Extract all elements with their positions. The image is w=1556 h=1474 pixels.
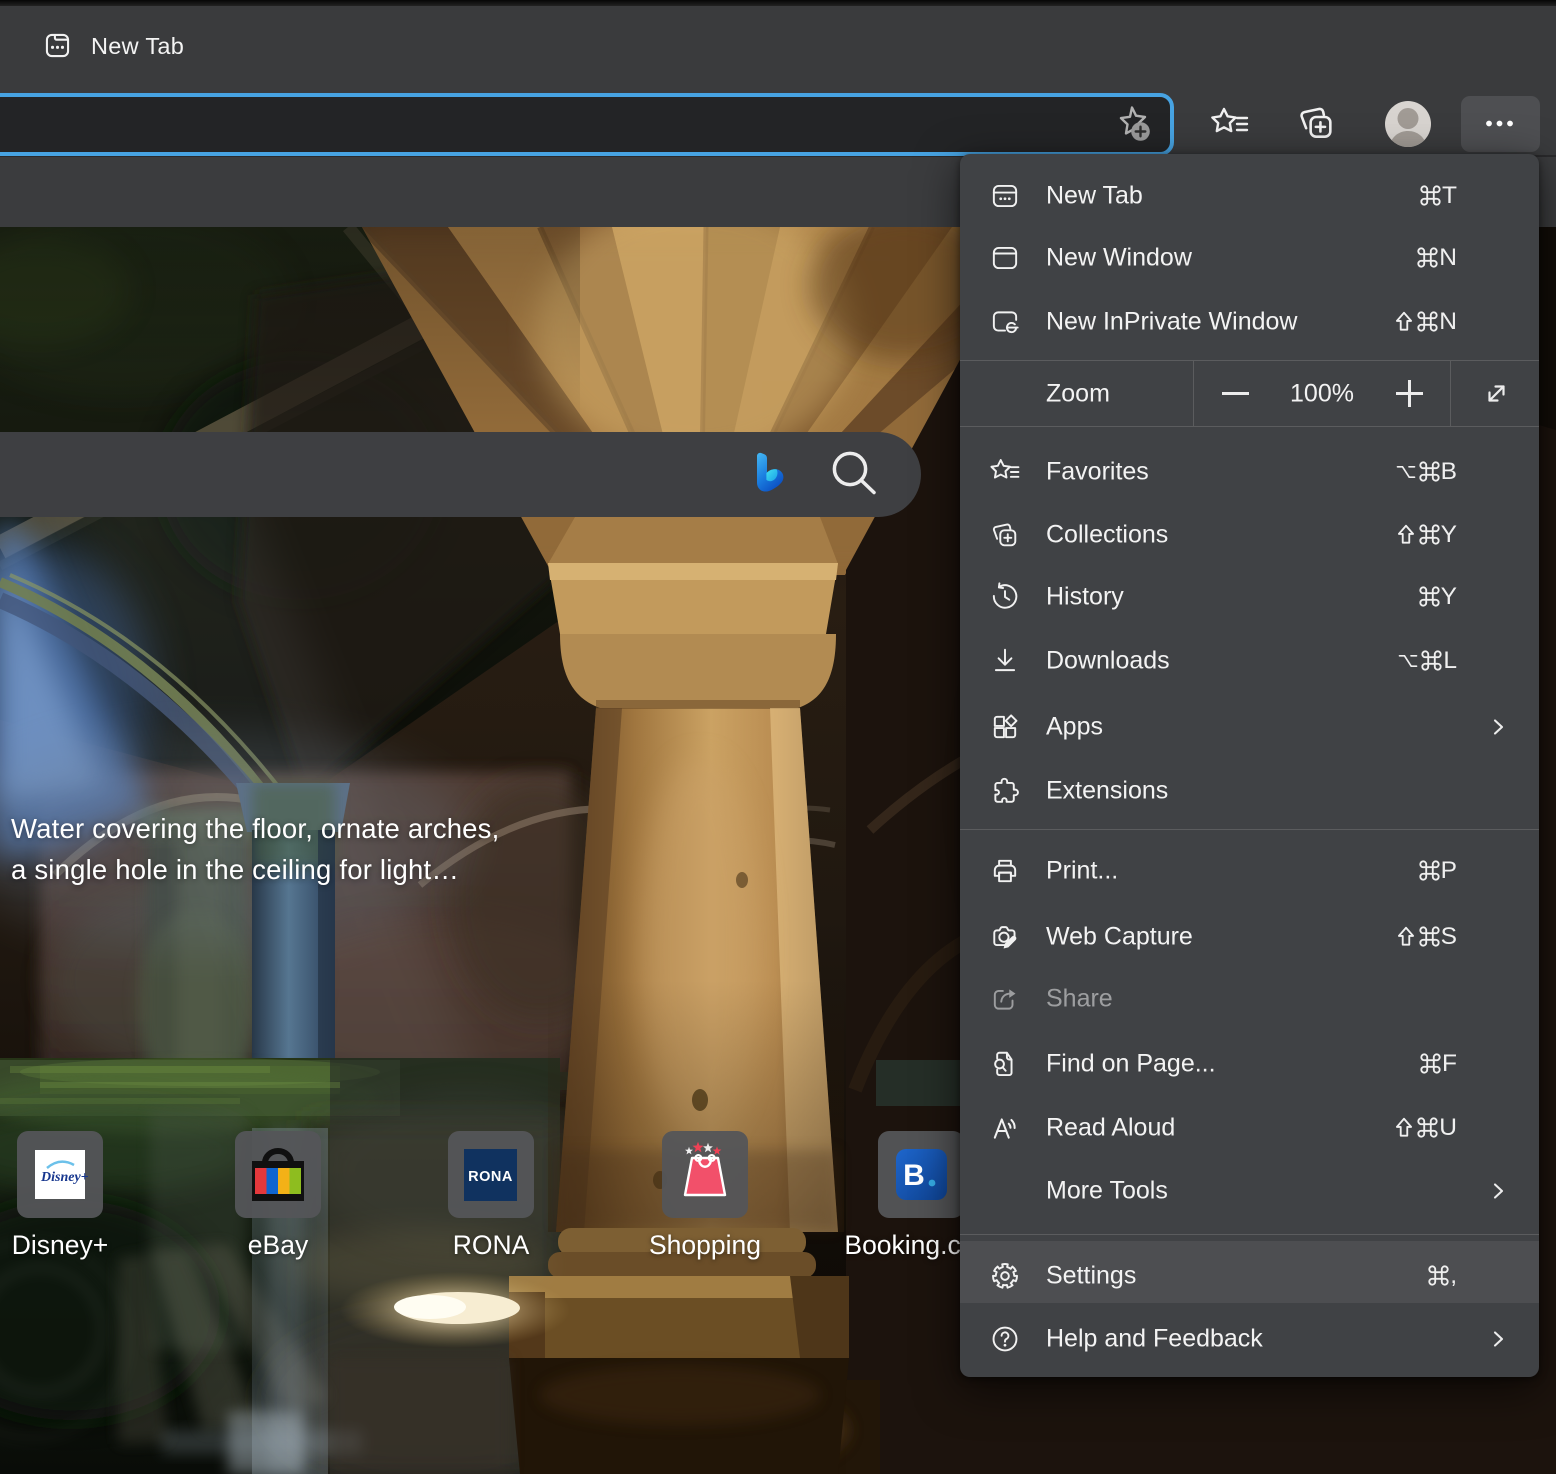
svg-text:RONA: RONA [468,1169,513,1185]
svg-text:Disney+: Disney+ [40,1170,89,1185]
svg-text:B: B [903,1159,925,1192]
